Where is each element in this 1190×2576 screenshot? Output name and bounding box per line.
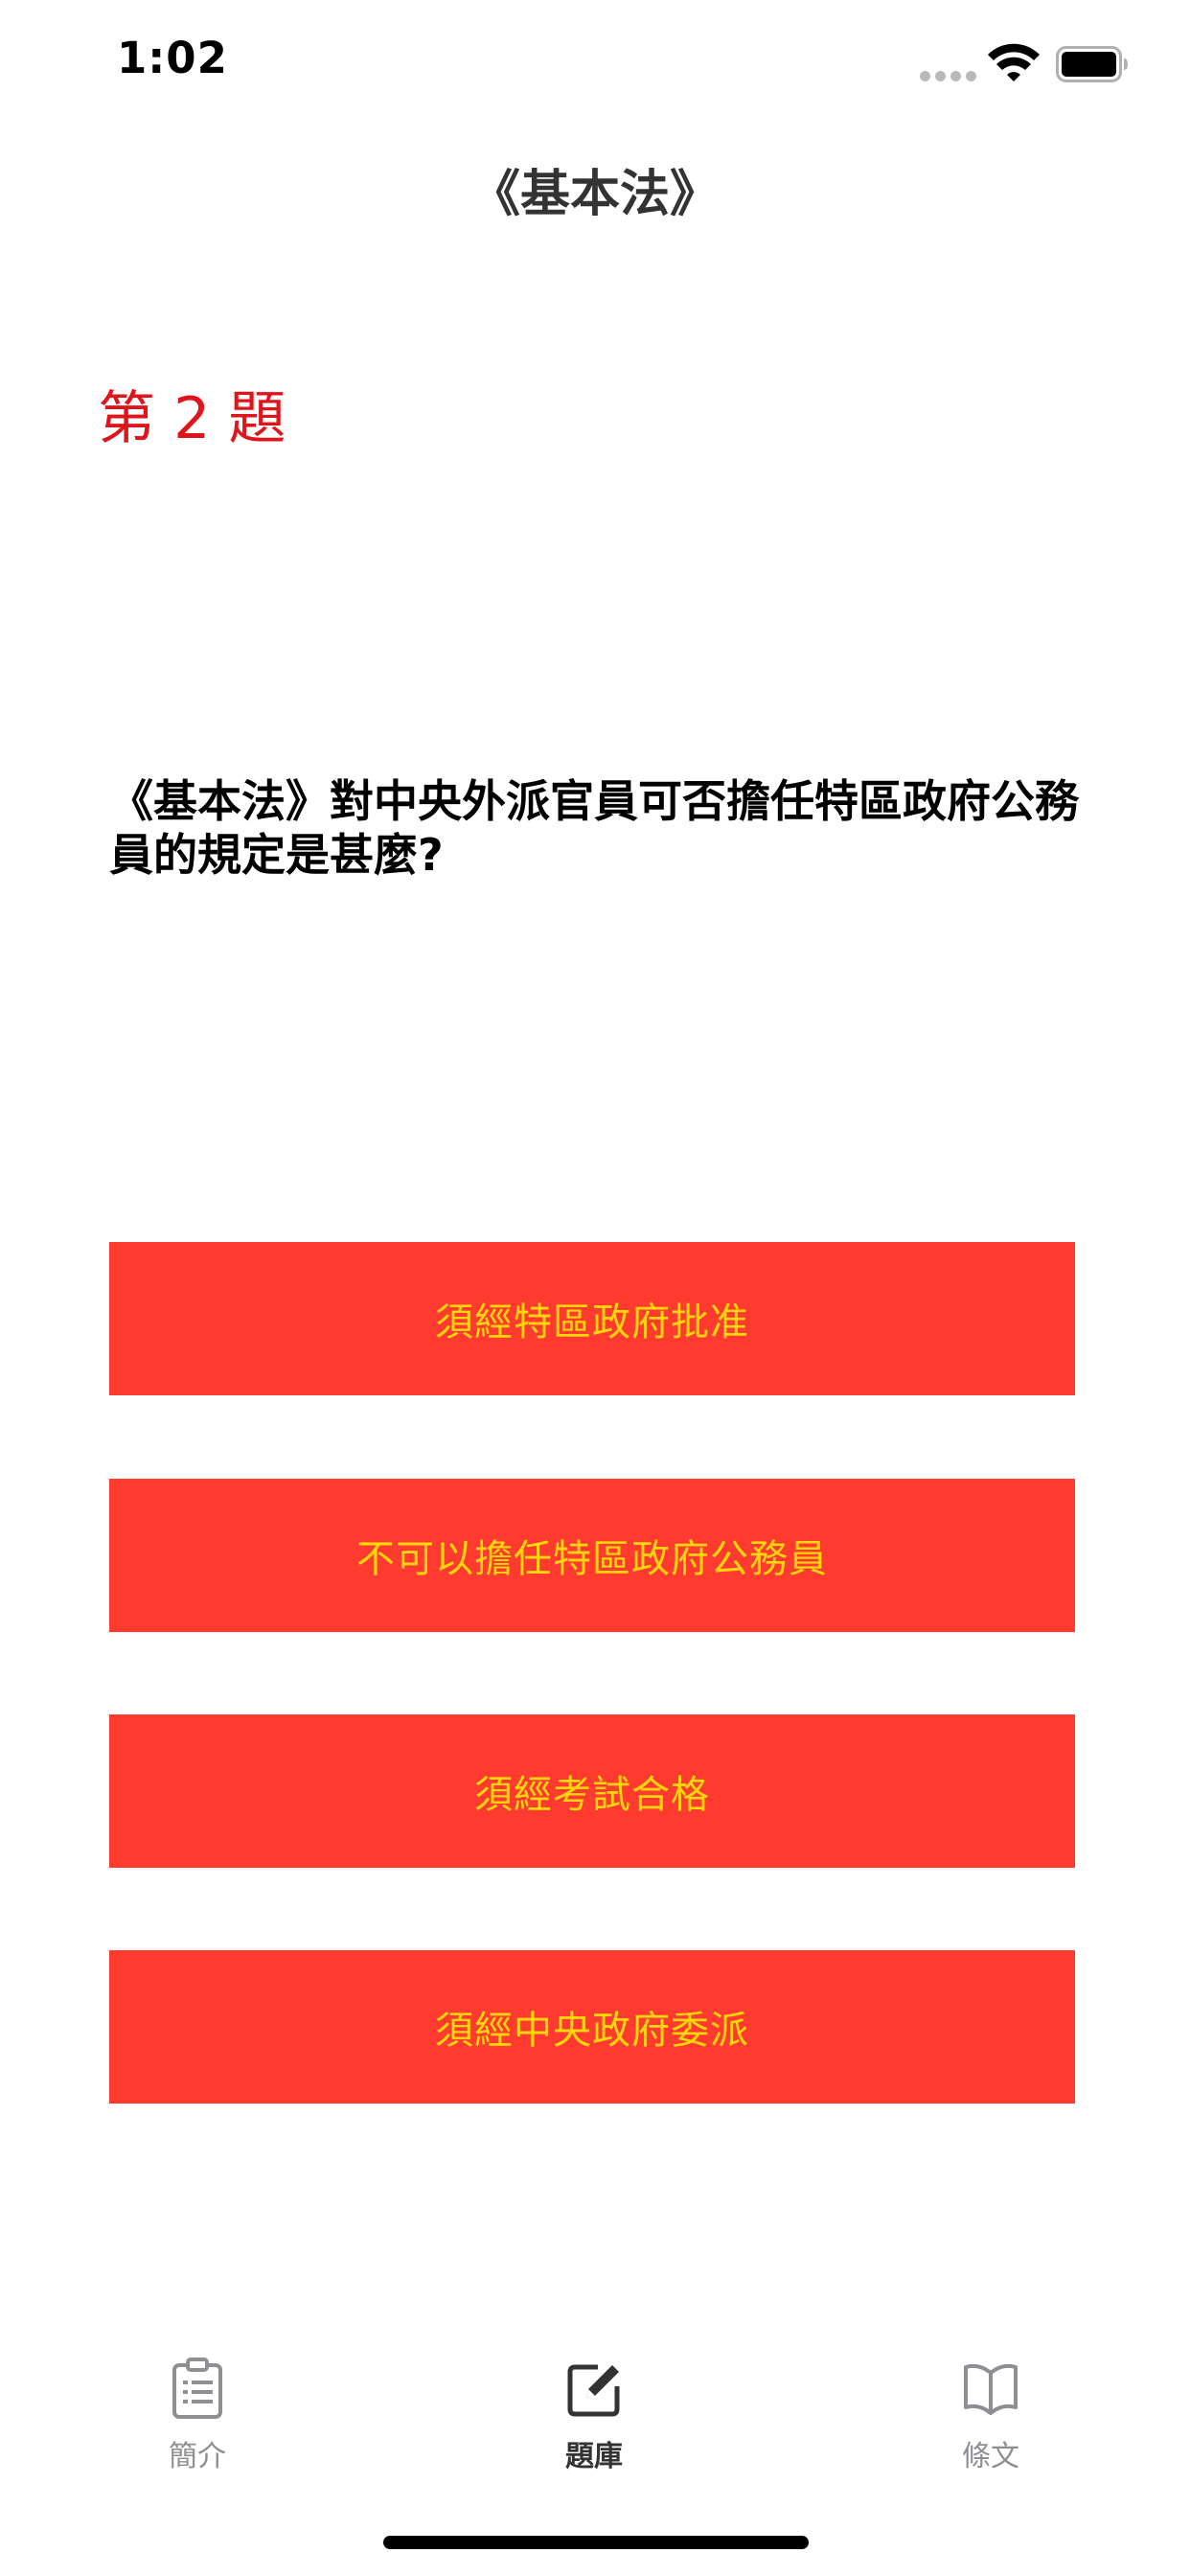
option-button-3[interactable]: 須經考試合格 [109, 1714, 1075, 1868]
tab-question-bank[interactable]: 題庫 [498, 2338, 690, 2482]
screen: 1:02 《基本法》 第 2 題 《基本法》對中央外派官員可否擔任特區政府公務員… [0, 0, 1190, 2576]
nav-title: 《基本法》 [469, 166, 720, 223]
battery-icon [1056, 46, 1128, 82]
edit-icon [567, 2364, 620, 2417]
tab-intro-label: 簡介 [169, 2440, 226, 2473]
status-bar: 1:02 [0, 0, 1190, 126]
question-text: 《基本法》對中央外派官員可否擔任特區政府公務員的規定是甚麼? [109, 775, 1079, 881]
tab-bar: 簡介 題庫 條文 [0, 2338, 1190, 2482]
book-icon [964, 2363, 1018, 2415]
wifi-icon [988, 43, 1040, 81]
option-button-4[interactable]: 須經中央政府委派 [109, 1950, 1075, 2104]
home-indicator[interactable] [383, 2536, 809, 2549]
tab-intro[interactable]: 簡介 [102, 2338, 293, 2482]
tab-question-bank-label: 題庫 [565, 2440, 623, 2473]
tab-articles-label: 條文 [962, 2440, 1019, 2473]
signal-dots-icon [920, 71, 977, 82]
option-button-2[interactable]: 不可以擔任特區政府公務員 [109, 1479, 1075, 1632]
status-time: 1:02 [117, 33, 228, 83]
clipboard-icon [172, 2358, 222, 2419]
tab-articles[interactable]: 條文 [895, 2338, 1087, 2482]
question-number: 第 2 題 [98, 385, 286, 452]
option-button-1[interactable]: 須經特區政府批准 [109, 1242, 1075, 1395]
